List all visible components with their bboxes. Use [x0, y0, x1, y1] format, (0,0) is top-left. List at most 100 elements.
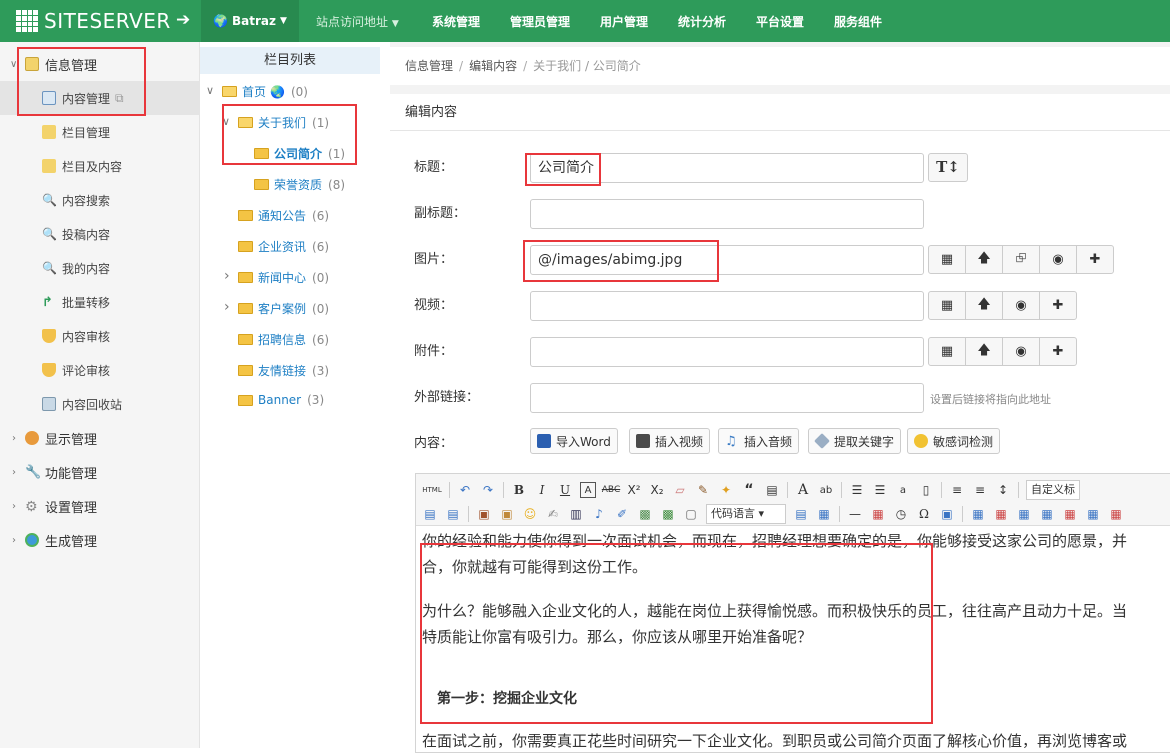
code-language-select[interactable]: 代码语言 ▾ — [706, 504, 786, 524]
import-word-button[interactable]: 导入Word — [530, 428, 618, 454]
tree-node-honors[interactable]: 荣誉资质 (8) — [254, 176, 345, 193]
logo[interactable]: SITESERVER — [16, 9, 171, 33]
plus-icon[interactable]: ✚ — [1039, 291, 1077, 320]
insert-table-icon[interactable]: ▦ — [970, 506, 986, 522]
redo-icon[interactable]: ↷ — [480, 482, 496, 498]
sidebar-item-channel[interactable]: 栏目管理 — [0, 115, 200, 149]
undo-icon[interactable]: ↶ — [457, 482, 473, 498]
delete-row-icon[interactable]: ▦ — [1062, 506, 1078, 522]
underline-icon[interactable]: U — [557, 482, 573, 498]
sidebar-group-display[interactable]: › 显示管理 — [0, 421, 200, 455]
superscript-icon[interactable]: X² — [626, 482, 642, 498]
line-height-icon[interactable]: ≡ — [949, 482, 965, 498]
horizontal-rule-icon[interactable]: — — [847, 506, 863, 522]
select-all-icon[interactable]: a — [895, 482, 911, 498]
nav-stats[interactable]: 统计分析 — [678, 13, 726, 30]
quote-icon[interactable]: “ — [741, 482, 757, 498]
video-input[interactable] — [530, 291, 924, 321]
eye-icon[interactable]: ◉ — [1002, 291, 1040, 320]
template-icon[interactable]: ▤ — [793, 506, 809, 522]
search-replace-icon[interactable]: ▣ — [939, 506, 955, 522]
sidebar-item-review[interactable]: 内容审核 — [0, 319, 200, 353]
tree-node-cases[interactable]: 客户案例 (0) — [238, 300, 329, 317]
sidebar-item-channel-content[interactable]: 栏目及内容 — [0, 149, 200, 183]
tree-node-home[interactable]: 首页 🌏 (0) — [222, 83, 308, 100]
gmap-icon[interactable]: ▩ — [660, 506, 676, 522]
nav-users[interactable]: 用户管理 — [600, 13, 648, 30]
sidebar-item-batch-move[interactable]: ↱ 批量转移 — [0, 285, 200, 319]
subtitle-input[interactable] — [530, 199, 924, 229]
nav-site-url[interactable]: 站点访问地址 ▼ — [316, 13, 399, 30]
image-input[interactable]: @/images/abimg.jpg — [530, 245, 924, 275]
special-char-icon[interactable]: Ω — [916, 506, 932, 522]
grid-icon[interactable]: ▦ — [928, 337, 966, 366]
upload-icon[interactable]: 🡅 — [965, 291, 1003, 320]
sensitive-word-check-button[interactable]: 敏感词检测 — [907, 428, 1001, 454]
nav-services[interactable]: 服务组件 — [834, 13, 882, 30]
grid-icon[interactable]: ▦ — [928, 291, 966, 320]
tree-node-jobs[interactable]: 招聘信息 (6) — [238, 331, 329, 348]
breadcrumb-edit[interactable]: 编辑内容 — [469, 59, 517, 73]
highlight-icon[interactable]: ab — [818, 482, 834, 498]
iframe-icon[interactable]: ▢ — [683, 506, 699, 522]
italic-icon[interactable]: I — [534, 482, 550, 498]
breadcrumb-info[interactable]: 信息管理 — [405, 59, 453, 73]
tree-node-corp-news[interactable]: 企业资讯 (6) — [238, 238, 329, 255]
arrow-left-icon[interactable]: ➔ — [176, 10, 190, 30]
sidebar-group-function[interactable]: › 🔧 功能管理 — [0, 455, 200, 489]
sidebar-group-info[interactable]: ∨ 信息管理 — [0, 47, 200, 81]
sidebar-item-comment-review[interactable]: 评论审核 — [0, 353, 200, 387]
tree-node-notices[interactable]: 通知公告 (6) — [238, 207, 329, 224]
editor-content[interactable]: 你的经验和能力使你得到一次面试机会，而现在，招聘经理想要确定的是，你能够接受这家… — [422, 532, 1170, 754]
crop-icon[interactable]: ⮺ — [1002, 245, 1040, 274]
tree-node-links[interactable]: 友情链接 (3) — [238, 362, 329, 379]
eraser-icon[interactable]: ▱ — [672, 482, 688, 498]
grid-icon[interactable]: ▦ — [928, 245, 966, 274]
background-icon[interactable]: ▦ — [816, 506, 832, 522]
plus-icon[interactable]: ✚ — [1076, 245, 1114, 274]
html-source-icon[interactable]: HTML — [422, 482, 442, 498]
attachment-input[interactable] — [530, 337, 924, 367]
tree-node-news-center[interactable]: 新闻中心 (0) — [238, 269, 329, 286]
nav-platform[interactable]: 平台设置 — [756, 13, 804, 30]
upload-icon[interactable]: 🡅 — [965, 245, 1003, 274]
sidebar-group-generate[interactable]: › 生成管理 — [0, 523, 200, 557]
multi-image-icon[interactable]: ▣ — [499, 506, 515, 522]
user-menu-button[interactable]: 🌍 Batraz ▼ — [201, 0, 299, 42]
custom-title-select[interactable]: 自定义标 — [1026, 480, 1080, 500]
border-text-icon[interactable]: A — [580, 482, 596, 498]
sidebar-group-settings[interactable]: › ⚙ 设置管理 — [0, 489, 200, 523]
bold-icon[interactable]: B — [511, 482, 527, 498]
indent-icon[interactable]: ▤ — [422, 506, 438, 522]
plus-icon[interactable]: ✚ — [1039, 337, 1077, 366]
nav-admin[interactable]: 管理员管理 — [510, 13, 570, 30]
insert-video-button[interactable]: 插入视频 — [629, 428, 711, 454]
eye-icon[interactable]: ◉ — [1039, 245, 1077, 274]
tree-node-about[interactable]: 关于我们 (1) — [238, 114, 329, 131]
unordered-list-icon[interactable]: ☰ — [872, 482, 888, 498]
ordered-list-icon[interactable]: ☰ — [849, 482, 865, 498]
row-spacing-icon[interactable]: ↕ — [995, 482, 1011, 498]
extract-keywords-button[interactable]: 提取关键字 — [808, 428, 902, 454]
sidebar-item-search[interactable]: 🔍 内容搜索 — [0, 183, 200, 217]
map-icon[interactable]: ▩ — [637, 506, 653, 522]
time-icon[interactable]: ◷ — [893, 506, 909, 522]
external-link-input[interactable] — [530, 383, 924, 413]
sidebar-item-my-content[interactable]: 🔍 我的内容 — [0, 251, 200, 285]
insert-image-icon[interactable]: ▣ — [476, 506, 492, 522]
paragraph-spacing-icon[interactable]: ≡ — [972, 482, 988, 498]
scrawl-icon[interactable]: ✍ — [545, 506, 561, 522]
title-format-button[interactable]: T↕ — [928, 153, 968, 182]
sidebar-item-content[interactable]: 内容管理 ⧉ — [0, 81, 200, 115]
date-icon[interactable]: ▦ — [870, 506, 886, 522]
insert-audio-button[interactable]: ♫ 插入音频 — [718, 428, 800, 454]
insert-row-icon[interactable]: ▦ — [1039, 506, 1055, 522]
sidebar-item-recycle[interactable]: 内容回收站 — [0, 387, 200, 421]
music-icon[interactable]: ♪ — [591, 506, 607, 522]
title-input[interactable]: 公司简介 — [530, 153, 924, 183]
insert-col-icon[interactable]: ▦ — [1085, 506, 1101, 522]
format-brush-icon[interactable]: ✎ — [695, 482, 711, 498]
rich-text-editor[interactable]: HTML ↶ ↷ B I U A ABC X² X₂ ▱ ✎ ✦ “ ▤ A a… — [415, 473, 1170, 753]
attachment-icon[interactable]: ✐ — [614, 506, 630, 522]
eye-icon[interactable]: ◉ — [1002, 337, 1040, 366]
